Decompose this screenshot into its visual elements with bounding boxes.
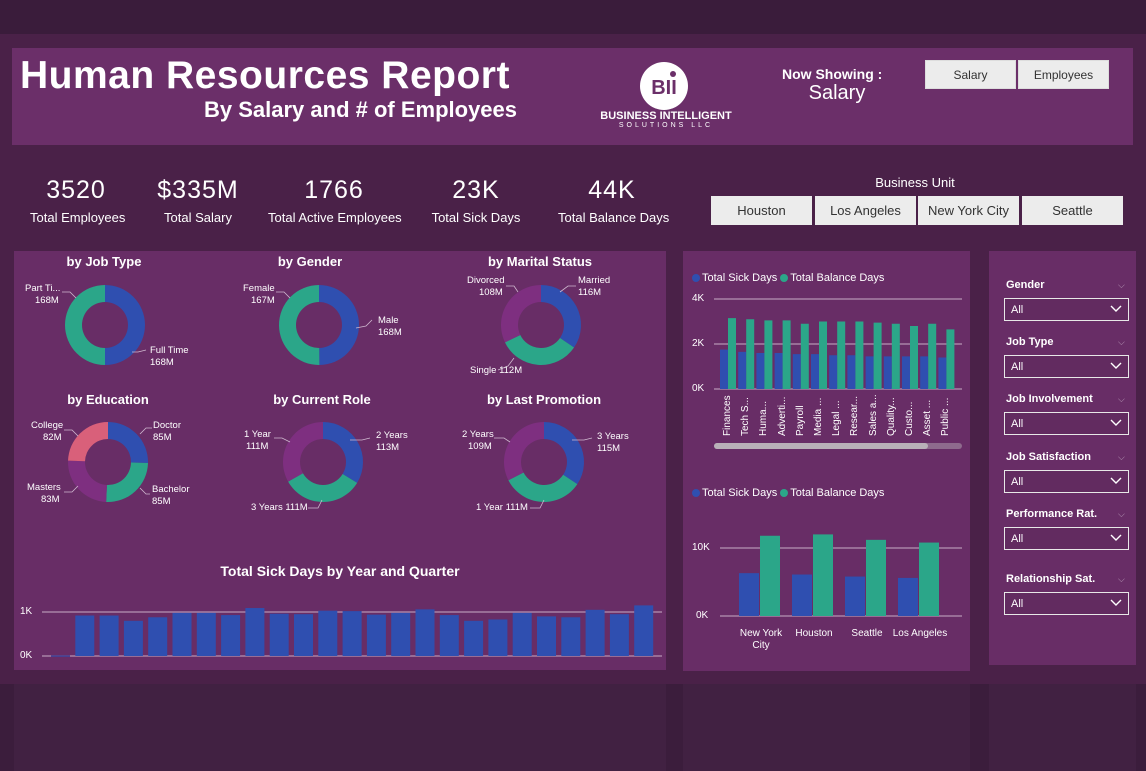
chevron-down-icon: [1110, 531, 1122, 546]
reflection-left: [14, 684, 666, 771]
filter-dropdown-relationship-sat[interactable]: All: [1004, 592, 1129, 615]
filter-collapse-chevron-icon[interactable]: ⌵: [1118, 452, 1125, 463]
city-xlabel-seattle: Seattle: [851, 628, 883, 639]
filter-dropdown-job-type[interactable]: All: [1004, 355, 1129, 378]
filter-dropdown-value: All: [1011, 418, 1024, 430]
chevron-down-icon: [1110, 474, 1122, 489]
filter-dropdown-value: All: [1011, 598, 1024, 610]
city-balance-days-bar[interactable]: [813, 534, 833, 616]
filter-dropdown-value: All: [1011, 361, 1024, 373]
filter-dropdown-gender[interactable]: All: [1004, 298, 1129, 321]
city-sick-days-bar[interactable]: [845, 576, 865, 616]
filter-collapse-chevron-icon[interactable]: ⌵: [1118, 280, 1125, 291]
city-xlabel-los-angeles: Los Angeles: [892, 628, 948, 639]
filter-collapse-chevron-icon[interactable]: ⌵: [1118, 337, 1125, 348]
filter-label-performance-rat: Performance Rat.: [1006, 508, 1098, 520]
city-balance-days-bar[interactable]: [919, 542, 939, 616]
filter-label-job-involvement: Job Involvement: [1006, 393, 1093, 405]
chevron-down-icon: [1110, 416, 1122, 431]
reflection-right: [989, 684, 1136, 771]
city-xlabel-new-york: New York City: [739, 628, 783, 651]
city-balance-days-bar[interactable]: [866, 539, 886, 616]
filter-label-relationship-sat: Relationship Sat.: [1006, 573, 1096, 585]
filter-label-gender: Gender: [1006, 279, 1045, 291]
filter-dropdown-performance-rat[interactable]: All: [1004, 527, 1129, 550]
filter-collapse-chevron-icon[interactable]: ⌵: [1118, 509, 1125, 520]
filter-dropdown-value: All: [1011, 476, 1024, 488]
chevron-down-icon: [1110, 596, 1122, 611]
filter-dropdown-value: All: [1011, 304, 1024, 316]
city-xlabel-houston: Houston: [795, 628, 833, 639]
filter-dropdown-job-satisfaction[interactable]: All: [1004, 470, 1129, 493]
filter-collapse-chevron-icon[interactable]: ⌵: [1118, 574, 1125, 585]
filter-label-job-type: Job Type: [1006, 336, 1054, 348]
reflection-middle: [683, 684, 970, 771]
city-bar-chart: [720, 534, 962, 617]
city-balance-days-bar[interactable]: [760, 535, 780, 616]
city-sick-days-bar[interactable]: [898, 577, 918, 616]
filter-dropdown-job-involvement[interactable]: All: [1004, 412, 1129, 435]
filter-label-job-satisfaction: Job Satisfaction: [1006, 451, 1091, 463]
city-sick-days-bar[interactable]: [739, 573, 759, 616]
city-sick-days-bar[interactable]: [792, 574, 812, 616]
filter-collapse-chevron-icon[interactable]: ⌵: [1118, 394, 1125, 405]
chevron-down-icon: [1110, 302, 1122, 317]
chevron-down-icon: [1110, 359, 1122, 374]
filter-dropdown-value: All: [1011, 533, 1024, 545]
